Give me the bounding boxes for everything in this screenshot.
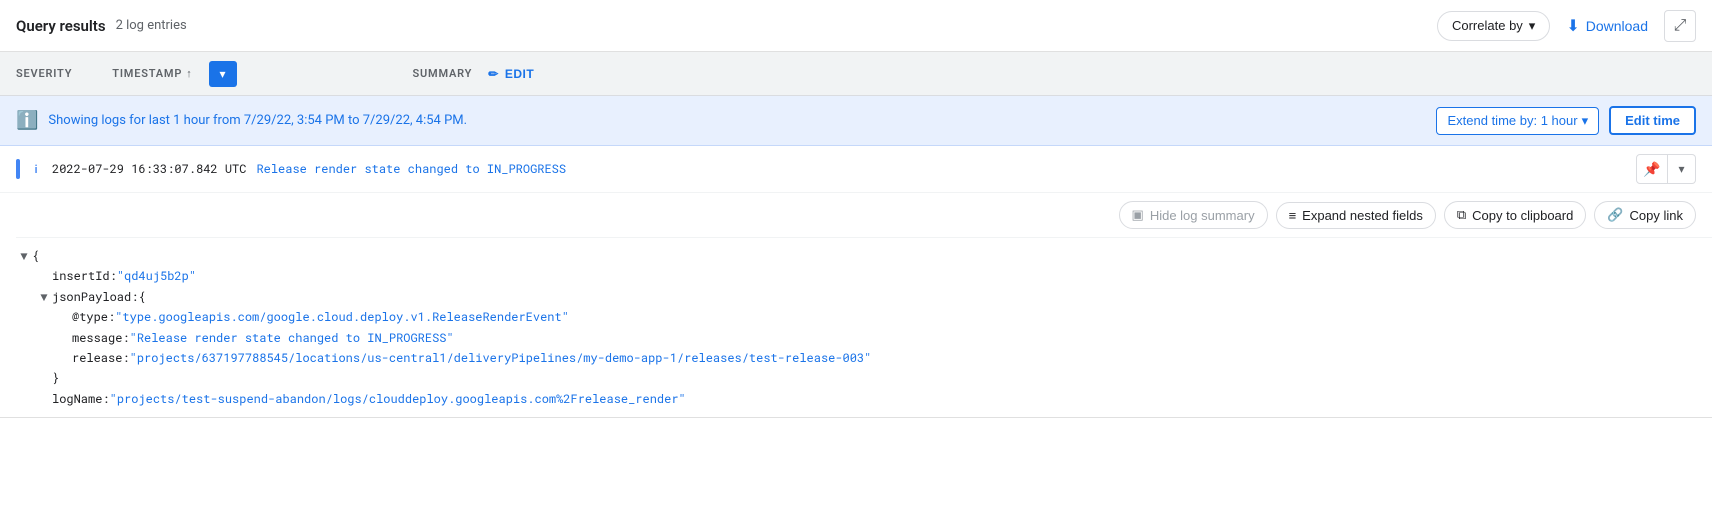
severity-indicator [16, 159, 20, 179]
json-key: message [72, 328, 122, 348]
json-key: jsonPayload [52, 287, 131, 307]
json-line: ▼jsonPayload: { [16, 287, 1712, 307]
column-headers: SEVERITY TIMESTAMP ↑ ▾ SUMMARY ✏ EDIT [0, 52, 1712, 96]
json-separator: : [108, 307, 115, 327]
json-key: release [72, 348, 122, 368]
extend-time-label: Extend time by: 1 hour [1447, 113, 1577, 128]
json-key: logName [52, 389, 102, 409]
json-toggle[interactable]: ▼ [16, 246, 32, 266]
json-value: "type.googleapis.com/google.cloud.deploy… [115, 307, 569, 327]
download-arrow-icon: ⬇ [1566, 16, 1579, 36]
info-circle-icon: ℹ️ [16, 110, 38, 131]
copy-clipboard-label: Copy to clipboard [1472, 208, 1573, 223]
expand-nested-label: Expand nested fields [1302, 208, 1423, 223]
json-value: "projects/637197788545/locations/us-cent… [130, 348, 872, 368]
json-bracket: { [32, 246, 39, 266]
expand-nested-icon: ≡ [1289, 208, 1297, 223]
json-line: } [16, 368, 1712, 388]
log-detail: ▣ Hide log summary ≡ Expand nested field… [0, 193, 1712, 418]
info-banner-text: Showing logs for last 1 hour from 7/29/2… [48, 113, 1426, 128]
log-summary: Release render state changed to IN_PROGR… [256, 161, 1626, 177]
json-line: ▼{ [16, 246, 1712, 266]
copy-to-clipboard-button[interactable]: ⧉ Copy to clipboard [1444, 201, 1586, 229]
expand-icon: ⤢ [1674, 17, 1687, 35]
hide-log-summary-button[interactable]: ▣ Hide log summary [1119, 201, 1268, 229]
json-value: "qd4uj5b2p" [117, 266, 196, 286]
json-separator: : [110, 266, 117, 286]
sort-asc-icon: ↑ [186, 67, 192, 80]
log-count-badge: 2 log entries [116, 18, 187, 33]
row-dropdown-chevron-icon: ▾ [1678, 162, 1684, 176]
json-separator: : [131, 287, 138, 307]
correlate-button[interactable]: Correlate by ▾ [1437, 11, 1550, 41]
json-content: ▼{ insertId: "qd4uj5b2p"▼jsonPayload: { … [16, 238, 1712, 417]
json-key: @type [72, 307, 108, 327]
json-separator: : [102, 389, 109, 409]
log-entry-row[interactable]: i 2022-07-29 16:33:07.842 UTC Release re… [0, 146, 1712, 193]
json-line: release: "projects/637197788545/location… [16, 348, 1712, 368]
json-line: logName: "projects/test-suspend-abandon/… [16, 389, 1712, 409]
header-bar: Query results 2 log entries Correlate by… [0, 0, 1712, 52]
copy-link-button[interactable]: 🔗 Copy link [1594, 201, 1696, 229]
col-header-timestamp: TIMESTAMP ↑ [112, 67, 192, 80]
timestamp-dropdown-button[interactable]: ▾ [209, 61, 237, 87]
info-banner: ℹ️ Showing logs for last 1 hour from 7/2… [0, 96, 1712, 146]
pencil-icon: ✏ [488, 67, 499, 81]
json-key: insertId [52, 266, 110, 286]
pin-button[interactable]: 📌 [1636, 154, 1668, 184]
json-value: { [138, 287, 145, 307]
edit-columns-button[interactable]: ✏ EDIT [488, 67, 534, 81]
copy-link-label: Copy link [1630, 208, 1683, 223]
expand-nested-fields-button[interactable]: ≡ Expand nested fields [1276, 202, 1436, 229]
download-label: Download [1586, 18, 1648, 34]
edit-time-label: Edit time [1625, 113, 1680, 128]
json-value: "Release render state changed to IN_PROG… [130, 328, 454, 348]
correlate-chevron-icon: ▾ [1529, 18, 1536, 34]
pin-icon: 📌 [1643, 161, 1660, 178]
download-button[interactable]: ⬇ Download [1566, 16, 1648, 36]
json-line: message: "Release render state changed t… [16, 328, 1712, 348]
copy-icon: ⧉ [1457, 207, 1466, 223]
dropdown-chevron-icon: ▾ [220, 67, 226, 81]
link-icon: 🔗 [1607, 207, 1623, 223]
json-line: @type: "type.googleapis.com/google.cloud… [16, 307, 1712, 327]
col-header-summary: SUMMARY [413, 67, 473, 80]
log-detail-toolbar: ▣ Hide log summary ≡ Expand nested field… [16, 193, 1712, 238]
log-timestamp: 2022-07-29 16:33:07.842 UTC [52, 161, 246, 177]
edit-time-button[interactable]: Edit time [1609, 106, 1696, 135]
json-separator: : [122, 328, 129, 348]
row-dropdown-button[interactable]: ▾ [1668, 154, 1696, 184]
correlate-label: Correlate by [1452, 18, 1523, 33]
extend-chevron-icon: ▾ [1582, 113, 1589, 129]
col-header-severity: SEVERITY [16, 67, 72, 80]
hide-summary-icon: ▣ [1132, 207, 1144, 223]
json-toggle[interactable]: ▼ [36, 287, 52, 307]
json-separator: : [122, 348, 129, 368]
page-title: Query results [16, 17, 106, 35]
hide-summary-label: Hide log summary [1150, 208, 1255, 223]
log-level-badge: i [30, 163, 42, 176]
json-line: insertId: "qd4uj5b2p" [16, 266, 1712, 286]
json-bracket: } [52, 368, 59, 388]
expand-panel-button[interactable]: ⤢ [1664, 10, 1696, 42]
extend-time-button[interactable]: Extend time by: 1 hour ▾ [1436, 107, 1599, 135]
json-value: "projects/test-suspend-abandon/logs/clou… [110, 389, 686, 409]
